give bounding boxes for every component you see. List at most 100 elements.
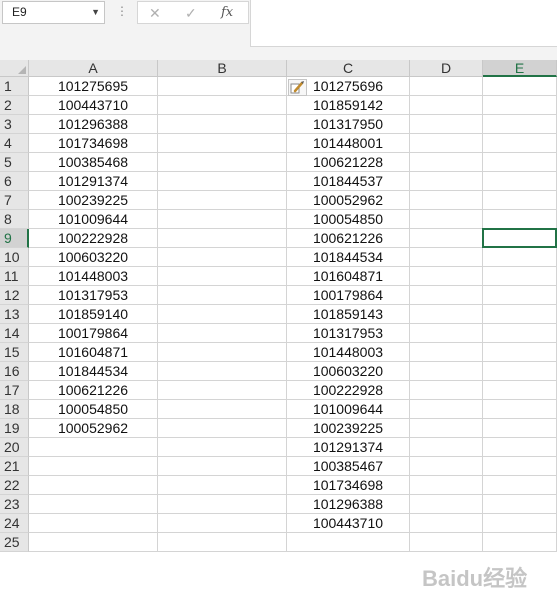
cell-a21[interactable] [29, 457, 158, 476]
cell-a14[interactable]: 100179864 [29, 324, 158, 343]
row-header[interactable]: 3 [0, 115, 29, 134]
cell-b5[interactable] [158, 153, 287, 172]
cell-a20[interactable] [29, 438, 158, 457]
cell-e10[interactable] [483, 248, 557, 267]
name-box[interactable]: E9 ▼ [2, 1, 105, 24]
cell-d22[interactable] [410, 476, 483, 495]
cell-d13[interactable] [410, 305, 483, 324]
cell-b19[interactable] [158, 419, 287, 438]
cell-d17[interactable] [410, 381, 483, 400]
cell-d3[interactable] [410, 115, 483, 134]
cell-a22[interactable] [29, 476, 158, 495]
cell-a17[interactable]: 100621226 [29, 381, 158, 400]
formula-input[interactable] [250, 0, 557, 47]
cell-e22[interactable] [483, 476, 557, 495]
cell-a2[interactable]: 100443710 [29, 96, 158, 115]
row-header[interactable]: 16 [0, 362, 29, 381]
cell-c5[interactable]: 100621228 [287, 153, 410, 172]
enter-icon[interactable]: ✓ [185, 3, 197, 23]
cell-e24[interactable] [483, 514, 557, 533]
cell-a9[interactable]: 100222928 [29, 229, 158, 248]
row-header[interactable]: 10 [0, 248, 29, 267]
row-header[interactable]: 5 [0, 153, 29, 172]
row-header[interactable]: 2 [0, 96, 29, 115]
cell-e14[interactable] [483, 324, 557, 343]
cell-d25[interactable] [410, 533, 483, 552]
row-header[interactable]: 9 [0, 229, 29, 248]
cell-b6[interactable] [158, 172, 287, 191]
cell-d4[interactable] [410, 134, 483, 153]
row-header[interactable]: 15 [0, 343, 29, 362]
cell-b16[interactable] [158, 362, 287, 381]
column-header-d[interactable]: D [410, 60, 483, 77]
column-header-e[interactable]: E [483, 60, 557, 77]
row-header[interactable]: 8 [0, 210, 29, 229]
more-options-icon[interactable]: ⋮ [116, 4, 128, 18]
cell-c23[interactable]: 101296388 [287, 495, 410, 514]
cell-c24[interactable]: 100443710 [287, 514, 410, 533]
cell-a11[interactable]: 101448003 [29, 267, 158, 286]
cell-a10[interactable]: 100603220 [29, 248, 158, 267]
row-header[interactable]: 4 [0, 134, 29, 153]
cell-d1[interactable] [410, 77, 483, 96]
select-all-button[interactable] [0, 60, 29, 77]
cell-e12[interactable] [483, 286, 557, 305]
row-header[interactable]: 17 [0, 381, 29, 400]
row-header[interactable]: 24 [0, 514, 29, 533]
cell-d23[interactable] [410, 495, 483, 514]
cancel-icon[interactable]: ✕ [149, 3, 161, 23]
cell-b24[interactable] [158, 514, 287, 533]
cell-e15[interactable] [483, 343, 557, 362]
cell-c7[interactable]: 100052962 [287, 191, 410, 210]
cell-d6[interactable] [410, 172, 483, 191]
cell-d15[interactable] [410, 343, 483, 362]
cell-c14[interactable]: 101317953 [287, 324, 410, 343]
cell-e5[interactable] [483, 153, 557, 172]
cell-a3[interactable]: 101296388 [29, 115, 158, 134]
cell-e7[interactable] [483, 191, 557, 210]
column-header-a[interactable]: A [29, 60, 158, 77]
cell-b15[interactable] [158, 343, 287, 362]
row-header[interactable]: 12 [0, 286, 29, 305]
cell-e8[interactable] [483, 210, 557, 229]
column-header-b[interactable]: B [158, 60, 287, 77]
column-header-c[interactable]: C [287, 60, 410, 77]
cell-a18[interactable]: 100054850 [29, 400, 158, 419]
cell-a12[interactable]: 101317953 [29, 286, 158, 305]
chevron-down-icon[interactable]: ▼ [91, 2, 100, 23]
cell-b21[interactable] [158, 457, 287, 476]
row-header[interactable]: 19 [0, 419, 29, 438]
cell-b25[interactable] [158, 533, 287, 552]
row-header[interactable]: 25 [0, 533, 29, 552]
cell-c17[interactable]: 100222928 [287, 381, 410, 400]
cell-e16[interactable] [483, 362, 557, 381]
cell-e6[interactable] [483, 172, 557, 191]
cell-b11[interactable] [158, 267, 287, 286]
cell-e9[interactable] [482, 228, 557, 248]
row-header[interactable]: 23 [0, 495, 29, 514]
cell-a24[interactable] [29, 514, 158, 533]
cell-e19[interactable] [483, 419, 557, 438]
cell-c2[interactable]: 101859142 [287, 96, 410, 115]
cell-d5[interactable] [410, 153, 483, 172]
cell-e18[interactable] [483, 400, 557, 419]
cell-d18[interactable] [410, 400, 483, 419]
cell-d19[interactable] [410, 419, 483, 438]
cell-a1[interactable]: 101275695 [29, 77, 158, 96]
cell-c10[interactable]: 101844534 [287, 248, 410, 267]
cell-b20[interactable] [158, 438, 287, 457]
cell-b8[interactable] [158, 210, 287, 229]
cell-c13[interactable]: 101859143 [287, 305, 410, 324]
row-header[interactable]: 20 [0, 438, 29, 457]
cell-e21[interactable] [483, 457, 557, 476]
cell-c9[interactable]: 100621226 [287, 229, 410, 248]
cell-a5[interactable]: 100385468 [29, 153, 158, 172]
cell-c11[interactable]: 101604871 [287, 267, 410, 286]
cell-c3[interactable]: 101317950 [287, 115, 410, 134]
cell-a25[interactable] [29, 533, 158, 552]
cell-c8[interactable]: 100054850 [287, 210, 410, 229]
cell-c21[interactable]: 100385467 [287, 457, 410, 476]
cell-e11[interactable] [483, 267, 557, 286]
cell-a8[interactable]: 101009644 [29, 210, 158, 229]
cell-b14[interactable] [158, 324, 287, 343]
